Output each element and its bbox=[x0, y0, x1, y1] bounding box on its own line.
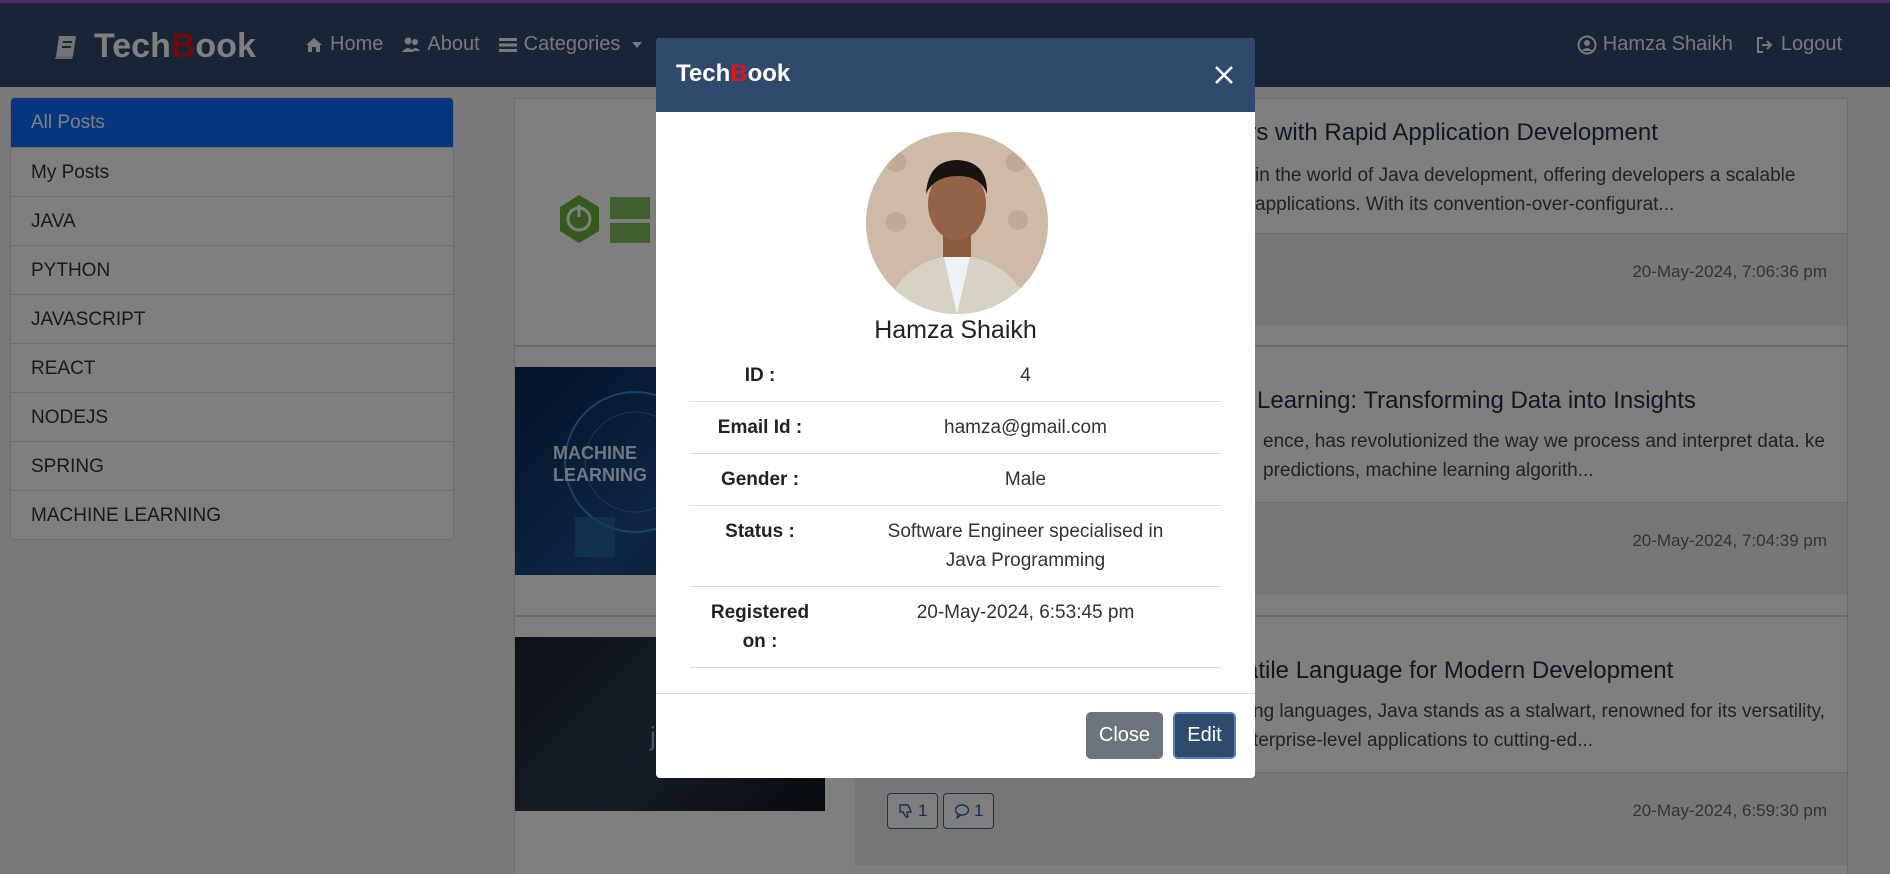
profile-details-table: ID : 4 Email Id : hamza@gmail.com Gender… bbox=[690, 350, 1221, 668]
profile-modal: TechBook Hamza Shaikh ID : 4 Email Id : … bbox=[656, 38, 1255, 778]
detail-label: Gender : bbox=[690, 453, 830, 506]
table-row: Email Id : hamza@gmail.com bbox=[690, 401, 1221, 454]
table-row: Gender : Male bbox=[690, 453, 1221, 506]
table-row: ID : 4 bbox=[690, 350, 1221, 402]
detail-value: Software Engineer specialised in Java Pr… bbox=[830, 505, 1221, 587]
detail-label: ID : bbox=[690, 350, 830, 402]
edit-button[interactable]: Edit bbox=[1173, 712, 1236, 759]
avatar bbox=[866, 132, 1048, 314]
profile-name: Hamza Shaikh bbox=[874, 316, 1037, 344]
detail-label: Status : bbox=[690, 505, 830, 587]
modal-title: TechBook bbox=[676, 60, 791, 87]
detail-value: 4 bbox=[830, 350, 1221, 402]
detail-label: Registered on : bbox=[690, 586, 830, 668]
table-row: Status : Software Engineer specialised i… bbox=[690, 505, 1221, 587]
detail-value: Male bbox=[830, 453, 1221, 506]
table-row: Registered on : 20-May-2024, 6:53:45 pm bbox=[690, 586, 1221, 668]
modal-header: TechBook bbox=[656, 38, 1255, 112]
close-button[interactable]: Close bbox=[1086, 712, 1163, 759]
modal-footer: Close Edit bbox=[656, 693, 1255, 778]
detail-label: Email Id : bbox=[690, 401, 830, 454]
detail-value: 20-May-2024, 6:53:45 pm bbox=[830, 586, 1221, 668]
detail-value: hamza@gmail.com bbox=[830, 401, 1221, 454]
close-icon[interactable] bbox=[1209, 60, 1239, 90]
